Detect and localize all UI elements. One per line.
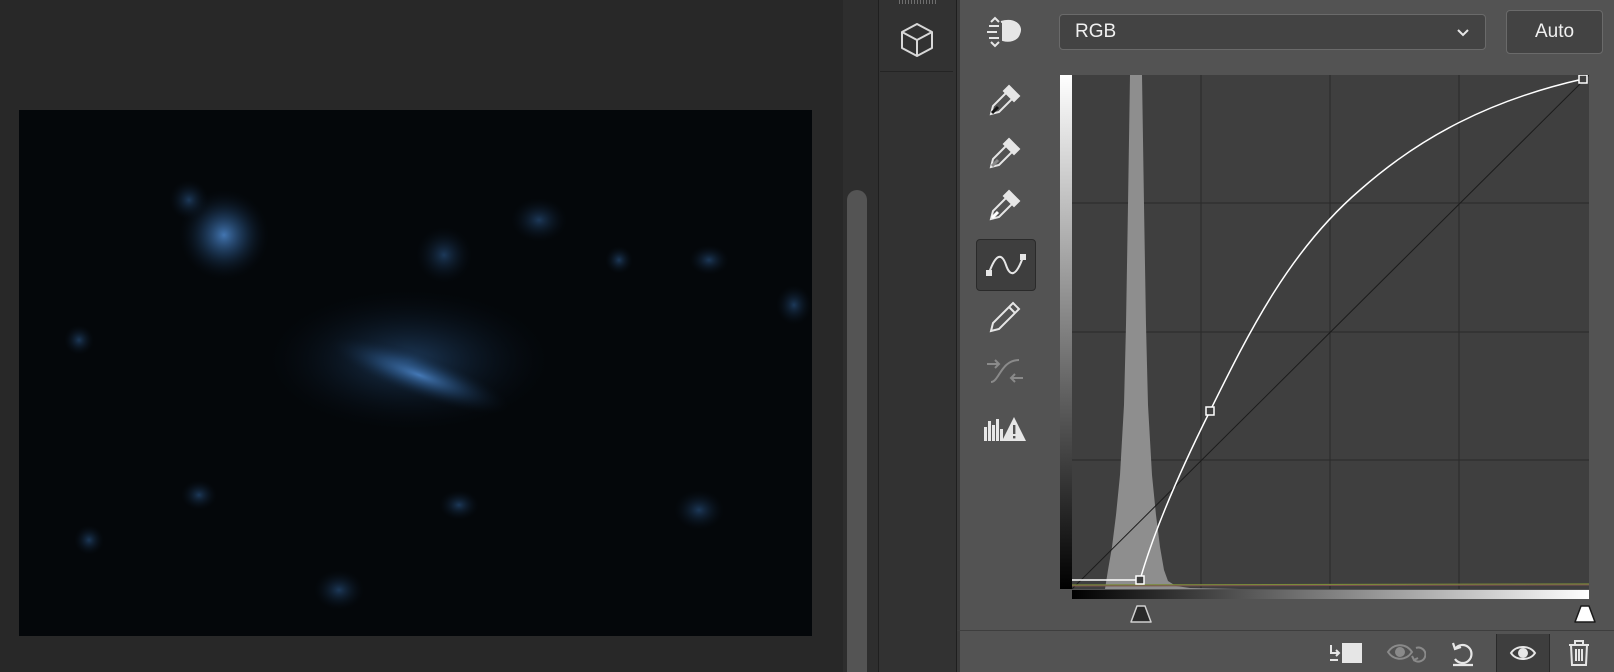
- panel-grip[interactable]: [899, 0, 937, 4]
- document-image[interactable]: [19, 110, 812, 636]
- white-input-slider[interactable]: [1572, 602, 1598, 629]
- panel-divider: [957, 0, 960, 672]
- scrollbar-thumb[interactable]: [847, 190, 867, 672]
- auto-button[interactable]: Auto: [1506, 10, 1603, 54]
- toggle-visibility-icon[interactable]: [1496, 634, 1550, 672]
- white-point-eyedropper-icon[interactable]: [976, 180, 1034, 230]
- photoshop-window: RGB Auto: [0, 0, 1614, 672]
- curve-point-mid: [1205, 406, 1215, 416]
- canvas-area: [0, 0, 843, 672]
- 3d-cube-icon[interactable]: [880, 8, 953, 72]
- histogram-warning-icon[interactable]: [976, 403, 1034, 453]
- black-input-slider[interactable]: [1128, 602, 1154, 629]
- curve-point-white: [1578, 74, 1588, 84]
- curve-points-icon[interactable]: [976, 239, 1036, 291]
- panel-dock-strip: [878, 0, 957, 672]
- input-gradient-bar: [1072, 590, 1589, 599]
- bottom-divider: [957, 630, 1614, 631]
- curves-graph[interactable]: [1060, 74, 1590, 590]
- channel-select[interactable]: RGB: [1059, 14, 1486, 50]
- delete-layer-icon[interactable]: [1556, 634, 1602, 672]
- pencil-draw-icon[interactable]: [976, 292, 1034, 342]
- targeted-adjustment-icon[interactable]: [976, 7, 1034, 57]
- clip-to-layer-icon[interactable]: [1324, 634, 1370, 672]
- reset-adjustments-icon[interactable]: [1440, 634, 1486, 672]
- chevron-down-icon: [1455, 24, 1471, 46]
- view-previous-state-icon[interactable]: [1383, 634, 1429, 672]
- channel-select-value: RGB: [1075, 21, 1117, 42]
- gray-point-eyedropper-icon[interactable]: [976, 128, 1034, 178]
- curve-point-black: [1135, 575, 1145, 585]
- black-point-eyedropper-icon[interactable]: [976, 75, 1034, 125]
- smooth-curve-icon[interactable]: [976, 346, 1034, 396]
